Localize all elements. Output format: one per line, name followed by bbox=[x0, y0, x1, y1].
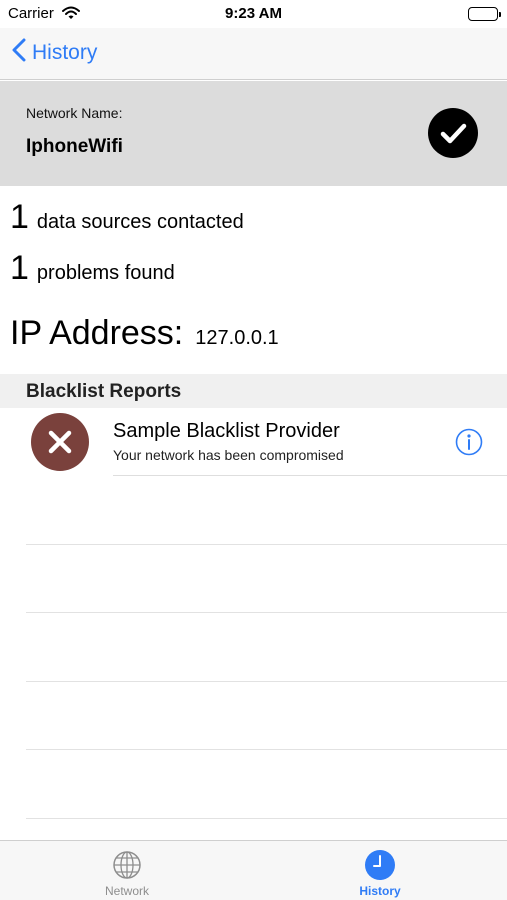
clock-icon bbox=[364, 849, 396, 881]
tab-network-label: Network bbox=[104, 884, 149, 898]
tab-history[interactable]: History bbox=[320, 841, 440, 900]
ip-address-label: IP Address: bbox=[10, 314, 184, 352]
report-subtitle: Your network has been compromised bbox=[113, 447, 344, 463]
problems-label: problems found bbox=[36, 262, 175, 284]
blacklist-section-header: Blacklist Reports bbox=[0, 374, 507, 408]
row-divider bbox=[26, 544, 507, 545]
clock-time: 9:23 AM bbox=[225, 5, 282, 22]
data-sources-stat: 1 data sources contacted bbox=[10, 200, 244, 234]
network-name-value: IphoneWifi bbox=[26, 136, 123, 157]
network-header: Network Name: IphoneWifi bbox=[0, 81, 507, 186]
back-button-label: History bbox=[32, 40, 98, 64]
back-button[interactable]: History bbox=[12, 38, 97, 67]
navigation-bar: History bbox=[0, 28, 507, 80]
row-divider bbox=[26, 681, 507, 682]
data-sources-label: data sources contacted bbox=[36, 211, 244, 233]
problems-stat: 1 problems found bbox=[10, 251, 175, 285]
error-x-icon bbox=[31, 413, 89, 471]
ip-address-value: 127.0.0.1 bbox=[195, 327, 279, 349]
checkmark-circle-icon bbox=[428, 108, 478, 158]
row-divider bbox=[26, 749, 507, 750]
network-name-label: Network Name: bbox=[26, 105, 123, 121]
row-divider bbox=[26, 612, 507, 613]
info-icon[interactable] bbox=[455, 428, 483, 456]
data-sources-count: 1 bbox=[10, 198, 29, 236]
tab-history-label: History bbox=[359, 884, 401, 898]
list-item[interactable]: Sample Blacklist Provider Your network h… bbox=[0, 408, 507, 476]
status-bar: Carrier 9:23 AM bbox=[0, 0, 507, 28]
globe-icon bbox=[111, 849, 143, 881]
ip-address-row: IP Address: 127.0.0.1 bbox=[10, 314, 279, 353]
row-divider bbox=[113, 475, 507, 476]
section-title: Blacklist Reports bbox=[26, 381, 182, 402]
problems-count: 1 bbox=[10, 249, 29, 287]
row-divider bbox=[26, 818, 507, 819]
tab-bar: Network History bbox=[0, 840, 507, 900]
tab-network[interactable]: Network bbox=[67, 841, 187, 900]
chevron-left-icon bbox=[12, 38, 26, 67]
battery-icon bbox=[468, 7, 501, 21]
report-title: Sample Blacklist Provider bbox=[113, 420, 340, 442]
